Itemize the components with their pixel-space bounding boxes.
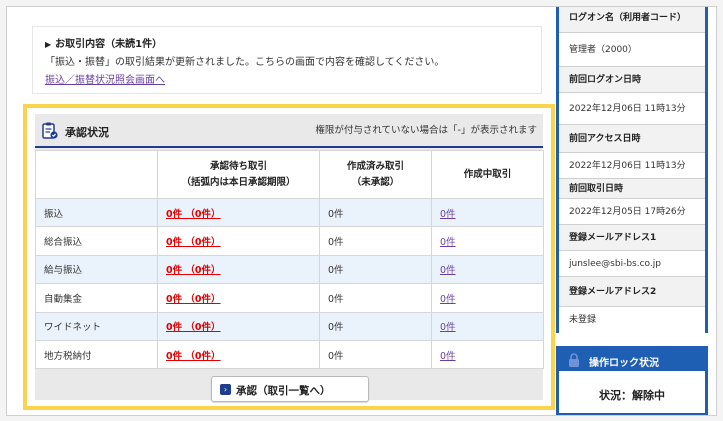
draft-count-link[interactable]: 0件 [440, 265, 456, 276]
user-info-sidebar: ログオン名（利用者コード） 管理者（2000） 前回ログオン日時 2022年12… [556, 7, 708, 333]
pending-cell: 0件 （0件） [157, 311, 320, 341]
column-header-line1: 承認待ち取引 [209, 160, 267, 172]
email2-value: 未登録 [559, 307, 705, 333]
draft-cell: 0件 [431, 339, 544, 370]
row-label: ワイドネット [35, 311, 158, 341]
page-frame: ▶ お取引内容（未読1件） 「振込・振替」の取引結果が更新されました。こちらの画面… [6, 6, 717, 416]
column-header-pending: 承認待ち取引 （括弧内は本日承認期限） [157, 150, 320, 199]
table-row: 自動集金 0件 （0件） 0件 0件 [35, 283, 544, 313]
created-count: 0件 [319, 226, 432, 256]
created-count: 0件 [319, 197, 432, 228]
email2-header: 登録メールアドレス2 [559, 277, 705, 307]
row-label: 振込 [35, 197, 158, 228]
table-row: 総合振込 0件 （0件） 0件 0件 [35, 226, 544, 256]
row-label: 給与振込 [35, 254, 158, 285]
transaction-notice: ▶ お取引内容（未読1件） 「振込・振替」の取引結果が更新されました。こちらの画面… [33, 27, 541, 93]
permission-note: 権限が付与されていない場合は「-」が表示されます [315, 125, 537, 136]
pending-count-link[interactable]: 0件 （0件） [166, 237, 221, 248]
approval-header: 承認状況 権限が付与されていない場合は「-」が表示されます [35, 114, 543, 148]
draft-cell: 0件 [431, 197, 544, 228]
notice-title-text: お取引内容（未読1件） [55, 39, 163, 50]
lock-header: 操作ロック状況 [559, 349, 705, 371]
draft-cell: 0件 [431, 283, 544, 313]
pending-cell: 0件 （0件） [157, 283, 320, 313]
row-label: 地方税納付 [35, 339, 158, 370]
approval-panel-body: 承認状況 権限が付与されていない場合は「-」が表示されます 承認待ち取引 （括弧内… [35, 114, 544, 402]
pending-count-link[interactable]: 0件 （0件） [166, 351, 221, 362]
triangle-icon: ▶ [45, 40, 52, 49]
table-header-row: 承認待ち取引 （括弧内は本日承認期限） 作成済み取引 （未承認） 作成中取引 [35, 150, 544, 199]
draft-cell: 0件 [431, 226, 544, 256]
approve-button[interactable]: › 承認（取引一覧へ） [211, 376, 369, 402]
column-header-draft: 作成中取引 [431, 150, 544, 199]
last-access-value: 2022年12月06日 11時13分 [559, 153, 705, 179]
logon-name-value: 管理者（2000） [559, 33, 705, 67]
lock-status: 状況：解除中 [599, 389, 665, 402]
pending-count-link[interactable]: 0件 （0件） [166, 322, 221, 333]
last-logon-value: 2022年12月06日 11時13分 [559, 93, 705, 125]
created-count: 0件 [319, 311, 432, 341]
pending-cell: 0件 （0件） [157, 197, 320, 228]
approve-button-label: 承認（取引一覧へ） [236, 385, 331, 397]
table-row: 振込 0件 （0件） 0件 0件 [35, 197, 544, 228]
email1-value: junslee@sbi-bs.co.jp [559, 251, 705, 277]
column-header-created: 作成済み取引 （未承認） [319, 150, 432, 199]
row-label: 総合振込 [35, 226, 158, 256]
pending-count-link[interactable]: 0件 （0件） [166, 265, 221, 276]
column-header-line1: 作成済み取引 [346, 160, 404, 172]
clipboard-check-icon [42, 122, 58, 139]
approval-table: 承認待ち取引 （括弧内は本日承認期限） 作成済み取引 （未承認） 作成中取引 振込 … [35, 150, 544, 370]
column-header-category [35, 150, 158, 199]
table-row: ワイドネット 0件 （0件） 0件 0件 [35, 311, 544, 341]
table-row: 給与振込 0件 （0件） 0件 0件 [35, 254, 544, 285]
pending-cell: 0件 （0件） [157, 339, 320, 370]
pending-cell: 0件 （0件） [157, 226, 320, 256]
column-header-line2: （括弧内は本日承認期限） [181, 176, 296, 188]
table-row: 地方税納付 0件 （0件） 0件 0件 [35, 339, 544, 370]
draft-count-link[interactable]: 0件 [440, 294, 456, 305]
pending-count-link[interactable]: 0件 （0件） [166, 294, 221, 305]
email1-header: 登録メールアドレス1 [559, 225, 705, 251]
transfer-status-link[interactable]: 振込／振替状況照会画面へ [45, 71, 165, 86]
draft-count-link[interactable]: 0件 [440, 237, 456, 248]
approval-panel: 承認状況 権限が付与されていない場合は「-」が表示されます 承認待ち取引 （括弧内… [23, 104, 555, 410]
draft-count-link[interactable]: 0件 [440, 209, 456, 220]
last-trade-header: 前回取引日時 [559, 179, 705, 199]
pending-count-link[interactable]: 0件 （0件） [166, 209, 221, 220]
created-count: 0件 [319, 283, 432, 313]
draft-cell: 0件 [431, 311, 544, 341]
draft-cell: 0件 [431, 254, 544, 285]
approval-title: 承認状況 [65, 126, 109, 139]
lock-title: 操作ロック状況 [589, 358, 659, 369]
operation-lock-panel: 操作ロック状況 状況：解除中 [556, 346, 708, 415]
logon-name-header: ログオン名（利用者コード） [559, 7, 705, 33]
last-trade-value: 2022年12月05日 17時26分 [559, 199, 705, 225]
lock-icon [569, 353, 579, 367]
created-count: 0件 [319, 339, 432, 370]
chevron-right-icon: › [220, 384, 231, 395]
last-logon-header: 前回ログオン日時 [559, 67, 705, 93]
draft-count-link[interactable]: 0件 [440, 322, 456, 333]
pending-cell: 0件 （0件） [157, 254, 320, 285]
column-header-line2: （未承認） [351, 176, 400, 188]
column-header-line1: 作成中取引 [463, 168, 512, 180]
last-access-header: 前回アクセス日時 [559, 125, 705, 153]
notice-title: ▶ お取引内容（未読1件） [45, 35, 162, 50]
row-label: 自動集金 [35, 283, 158, 313]
created-count: 0件 [319, 254, 432, 285]
draft-count-link[interactable]: 0件 [440, 351, 456, 362]
notice-body: 「振込・振替」の取引結果が更新されました。こちらの画面で内容を確認してください。 [45, 57, 445, 68]
